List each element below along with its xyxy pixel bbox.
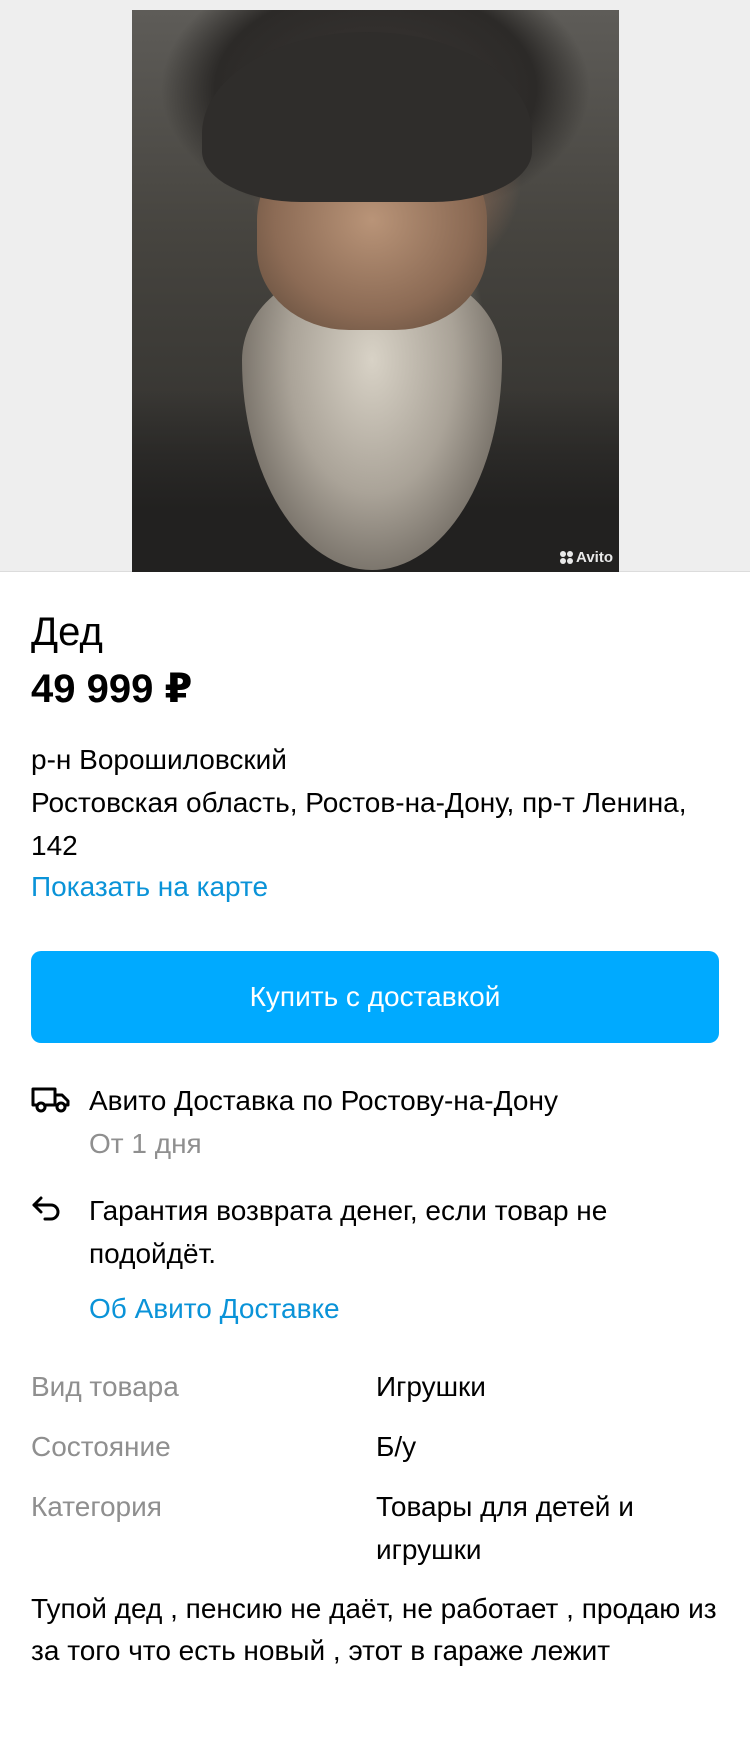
delivery-info: Авито Доставка по Ростову-на-Дону От 1 д… [31,1079,719,1165]
guarantee-text: Гарантия возврата денег, если товар не п… [89,1195,608,1269]
property-key: Категория [31,1491,162,1522]
address: Ростовская область, Ростов-на-Дону, пр-т… [31,787,687,861]
property-value: Игрушки [376,1371,486,1402]
item-description: Тупой дед , пенсию не даёт, не работает … [31,1593,717,1666]
property-key: Состояние [31,1431,171,1462]
property-value: Б/у [376,1431,417,1462]
address-block: р-н Ворошиловский Ростовская область, Ро… [31,738,719,907]
district: р-н Ворошиловский [31,744,287,775]
property-row: Категория Товары для детей и игрушки [31,1485,719,1571]
item-price: 49 999 ₽ [31,667,193,711]
photo-gallery[interactable]: Avito [0,0,750,572]
item-photo[interactable]: Avito [132,10,619,572]
show-on-map-link[interactable]: Показать на карте [31,867,719,907]
property-value: Товары для детей и игрушки [376,1491,634,1565]
delivery-subtitle: От 1 дня [89,1128,202,1159]
property-key: Вид товара [31,1371,179,1402]
buy-with-delivery-button[interactable]: Купить с доставкой [31,951,719,1043]
avito-watermark: Avito [560,549,613,566]
return-arrow-icon [31,1189,89,1329]
truck-icon [31,1079,89,1165]
property-row: Состояние Б/у [31,1425,719,1468]
watermark-text: Avito [576,549,613,566]
item-title: Дед [31,610,103,654]
avito-logo-icon [560,551,574,564]
delivery-title: Авито Доставка по Ростову-на-Дону [89,1085,558,1116]
photo-hat [202,32,532,202]
about-avito-delivery-link[interactable]: Об Авито Доставке [89,1289,629,1329]
item-details: Дед 49 999 ₽ р-н Ворошиловский Ростовска… [0,610,750,1672]
properties-list: Вид товара Игрушки Состояние Б/у Категор… [31,1365,719,1571]
property-row: Вид товара Игрушки [31,1365,719,1408]
guarantee-info: Гарантия возврата денег, если товар не п… [31,1189,719,1329]
